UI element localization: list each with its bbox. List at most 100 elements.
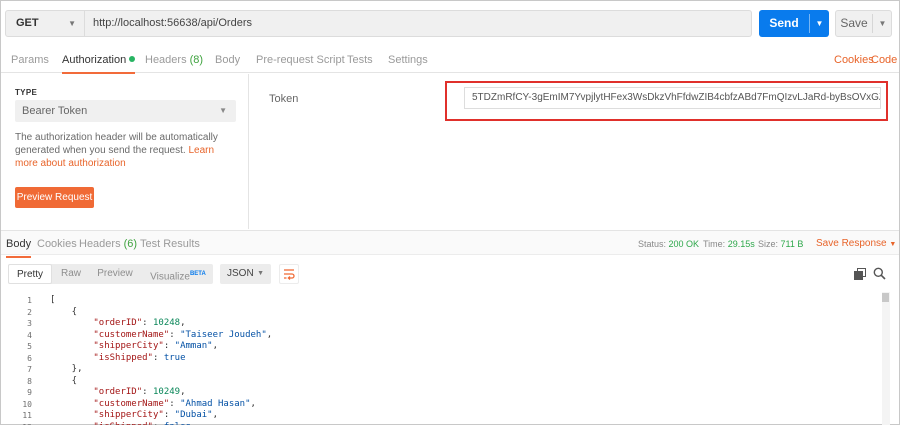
line-number: 12 [1, 422, 32, 425]
url-input[interactable]: http://localhost:56638/api/Orders [85, 10, 752, 37]
auth-type-select[interactable]: Bearer Token ▼ [15, 100, 236, 122]
view-visualize-button[interactable]: VisualizeBETA [148, 264, 208, 284]
tab-pre-request-script[interactable]: Pre-request Script [256, 49, 345, 73]
tab-headers-count: (8) [189, 54, 204, 66]
scrollbar-thumb[interactable] [882, 293, 889, 302]
cookies-link[interactable]: Cookies [834, 49, 874, 71]
save-response-label: Save Response [816, 238, 887, 249]
response-tab-headers-count: (6) [123, 238, 138, 250]
code-token: { [50, 375, 78, 386]
code-token: [ [50, 295, 56, 305]
auth-description: The authorization header will be automat… [15, 131, 225, 170]
chevron-down-icon: ▼ [257, 270, 264, 277]
tab-body[interactable]: Body [215, 49, 240, 73]
code-token: 10249 [152, 387, 181, 397]
send-options-chevron-icon[interactable]: ▼ [810, 10, 829, 37]
line-number: 2 [27, 307, 32, 317]
code-token: }, [50, 364, 83, 374]
format-select[interactable]: JSON ▼ [220, 264, 271, 284]
token-label: Token [269, 93, 299, 105]
type-label: TYPE [15, 88, 38, 97]
token-input[interactable]: 5TDZmRfCY-3gEmIM7YvpjlytHFex3WsDkzVhFfdw… [464, 87, 881, 109]
vertical-scrollbar[interactable] [882, 292, 890, 425]
tab-authorization[interactable]: Authorization [62, 49, 136, 74]
code-token: "Dubai" [174, 410, 213, 420]
search-icon[interactable] [873, 267, 886, 280]
save-response-button[interactable]: Save Response ▼ [816, 231, 896, 258]
code-line: 4 "customerName": "Taiseer Joudeh", [1, 330, 881, 342]
code-token: "customerName" [93, 398, 170, 409]
time-label: Time: [703, 239, 726, 249]
code-text: }, [50, 364, 83, 376]
code-token: , [180, 387, 186, 397]
code-token: "shipperCity" [93, 341, 164, 351]
response-toolbar: Pretty Raw Preview VisualizeBETA JSON ▼ [1, 256, 899, 292]
line-number: 8 [27, 376, 32, 386]
code-token: , [212, 341, 219, 351]
view-raw-button[interactable]: Raw [56, 264, 86, 284]
view-preview-button[interactable]: Preview [95, 264, 135, 284]
chevron-down-icon: ▼ [219, 106, 227, 115]
code-text: "shipperCity": "Dubai", [50, 410, 218, 422]
tab-settings[interactable]: Settings [388, 49, 428, 73]
tab-headers[interactable]: Headers (8) [145, 49, 203, 73]
code-token: , [250, 398, 256, 409]
code-token: , [180, 318, 186, 328]
code-link[interactable]: Code [871, 49, 897, 71]
code-line: 8 { [1, 376, 881, 388]
code-token: "isShipped" [93, 422, 153, 425]
tab-headers-label: Headers [145, 54, 187, 66]
tab-tests[interactable]: Tests [347, 49, 373, 73]
method-select[interactable]: GET ▼ [5, 10, 85, 37]
chevron-down-icon: ▼ [68, 19, 76, 28]
code-text: "orderID": 10248, [50, 318, 186, 330]
send-label: Send [769, 16, 799, 30]
response-tab-headers[interactable]: Headers (6) [79, 231, 137, 257]
code-token: : [163, 410, 175, 420]
response-tab-headers-label: Headers [79, 238, 121, 250]
response-tab-cookies[interactable]: Cookies [37, 231, 77, 257]
copy-icon[interactable] [854, 268, 866, 280]
wrap-lines-button[interactable] [279, 264, 299, 284]
view-mode-group: Pretty Raw Preview VisualizeBETA [8, 264, 213, 284]
code-line: 11 "shipperCity": "Dubai", [1, 410, 881, 422]
response-body-code[interactable]: 1[2 {3 "orderID": 10248, 4 "customerName"… [1, 292, 899, 425]
code-line: 12 "isShipped": false [1, 422, 881, 425]
code-text: "isShipped": false [50, 422, 191, 425]
line-number: 7 [27, 365, 32, 374]
code-token: "Ahmad Hasan" [180, 398, 251, 409]
send-button[interactable]: Send ▼ [759, 10, 829, 37]
active-dot-icon [129, 56, 136, 62]
size-value: 711 B [780, 239, 804, 249]
response-tab-test-results[interactable]: Test Results [140, 231, 200, 257]
code-token: : [152, 352, 164, 363]
code-token: , [212, 410, 219, 420]
code-token: : [169, 329, 181, 340]
code-token: : [142, 387, 153, 397]
code-token: : [153, 422, 164, 425]
code-token: 10248 [152, 318, 181, 328]
code-token: "shipperCity" [93, 410, 164, 420]
code-token: , [266, 329, 273, 340]
code-text: { [50, 307, 77, 319]
response-tab-body[interactable]: Body [6, 231, 32, 258]
save-button[interactable]: Save ▼ [835, 10, 892, 37]
code-line: 6 "isShipped": true [1, 353, 881, 365]
code-text: "customerName": "Taiseer Joudeh", [50, 330, 272, 342]
save-options-chevron-icon[interactable]: ▼ [873, 11, 892, 36]
code-text: "isShipped": true [50, 352, 185, 365]
tab-params[interactable]: Params [11, 49, 49, 73]
code-token: "orderID" [93, 387, 143, 397]
code-line: 9 "orderID": 10249, [1, 387, 881, 399]
auth-type-value: Bearer Token [22, 105, 88, 117]
code-text: "shipperCity": "Amman", [50, 341, 218, 353]
code-line: 3 "orderID": 10248, [1, 318, 881, 330]
line-number: 5 [27, 342, 32, 351]
preview-request-button[interactable]: Preview Request [15, 187, 94, 208]
chevron-down-icon: ▼ [889, 241, 897, 248]
view-pretty-button[interactable]: Pretty [8, 264, 52, 284]
code-line: 7 }, [1, 364, 881, 376]
